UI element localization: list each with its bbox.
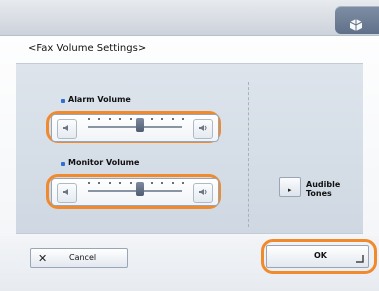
tick-mark — [182, 118, 184, 120]
close-icon: ✕ — [38, 252, 48, 265]
corner-mark-icon — [356, 255, 364, 263]
ok-label: OK — [314, 251, 327, 260]
tick-mark — [109, 182, 111, 184]
page-title: <Fax Volume Settings> — [28, 43, 147, 54]
tick-mark — [172, 182, 174, 184]
divider — [248, 82, 249, 227]
tick-mark — [109, 118, 111, 120]
alarm-track — [88, 126, 182, 128]
speaker-loud-icon — [199, 125, 207, 131]
monitor-volume-thumb[interactable] — [136, 182, 144, 196]
speaker-loud-icon — [199, 189, 207, 195]
tick-mark — [151, 118, 153, 120]
alarm-volume-slider[interactable] — [51, 114, 219, 142]
tick-mark — [98, 118, 100, 120]
tick-mark — [88, 182, 90, 184]
tick-mark — [130, 118, 132, 120]
tick-mark — [130, 182, 132, 184]
alarm-volume-increase-button[interactable] — [193, 119, 213, 139]
ok-button[interactable]: OK — [266, 245, 369, 268]
tick-mark — [161, 118, 163, 120]
tick-mark — [161, 182, 163, 184]
monitor-tick-marks — [88, 182, 184, 188]
tick-mark — [88, 118, 90, 120]
tick-mark — [119, 118, 121, 120]
status-monitor-button[interactable] — [335, 6, 379, 34]
bullet — [61, 99, 65, 103]
arrow-right-icon: ▸ — [288, 186, 292, 194]
tick-mark — [119, 182, 121, 184]
tick-mark — [172, 118, 174, 120]
tick-mark — [98, 182, 100, 184]
alarm-tick-marks — [88, 118, 184, 124]
monitor-volume-decrease-button[interactable] — [57, 183, 77, 203]
speaker-quiet-icon — [63, 125, 68, 131]
tick-mark — [182, 182, 184, 184]
fax-volume-settings-screen: <Fax Volume Settings> Alarm Volume Monit… — [0, 0, 379, 291]
bullet — [61, 162, 65, 166]
cancel-label: Cancel — [69, 253, 97, 262]
monitor-volume-label: Monitor Volume — [68, 158, 140, 167]
tick-mark — [151, 182, 153, 184]
cube-icon — [349, 19, 363, 31]
alarm-volume-label: Alarm Volume — [68, 95, 131, 104]
top-bar — [0, 0, 379, 36]
audible-tones-label: Audible Tones — [306, 180, 341, 198]
alarm-volume-thumb[interactable] — [136, 118, 144, 132]
speaker-quiet-icon — [63, 189, 68, 195]
monitor-volume-increase-button[interactable] — [193, 183, 213, 203]
audible-tones-button[interactable]: ▸ — [279, 177, 301, 197]
alarm-volume-decrease-button[interactable] — [57, 119, 77, 139]
cancel-button[interactable]: ✕ Cancel — [30, 248, 128, 268]
monitor-track — [88, 190, 182, 192]
monitor-volume-slider[interactable] — [51, 178, 219, 206]
